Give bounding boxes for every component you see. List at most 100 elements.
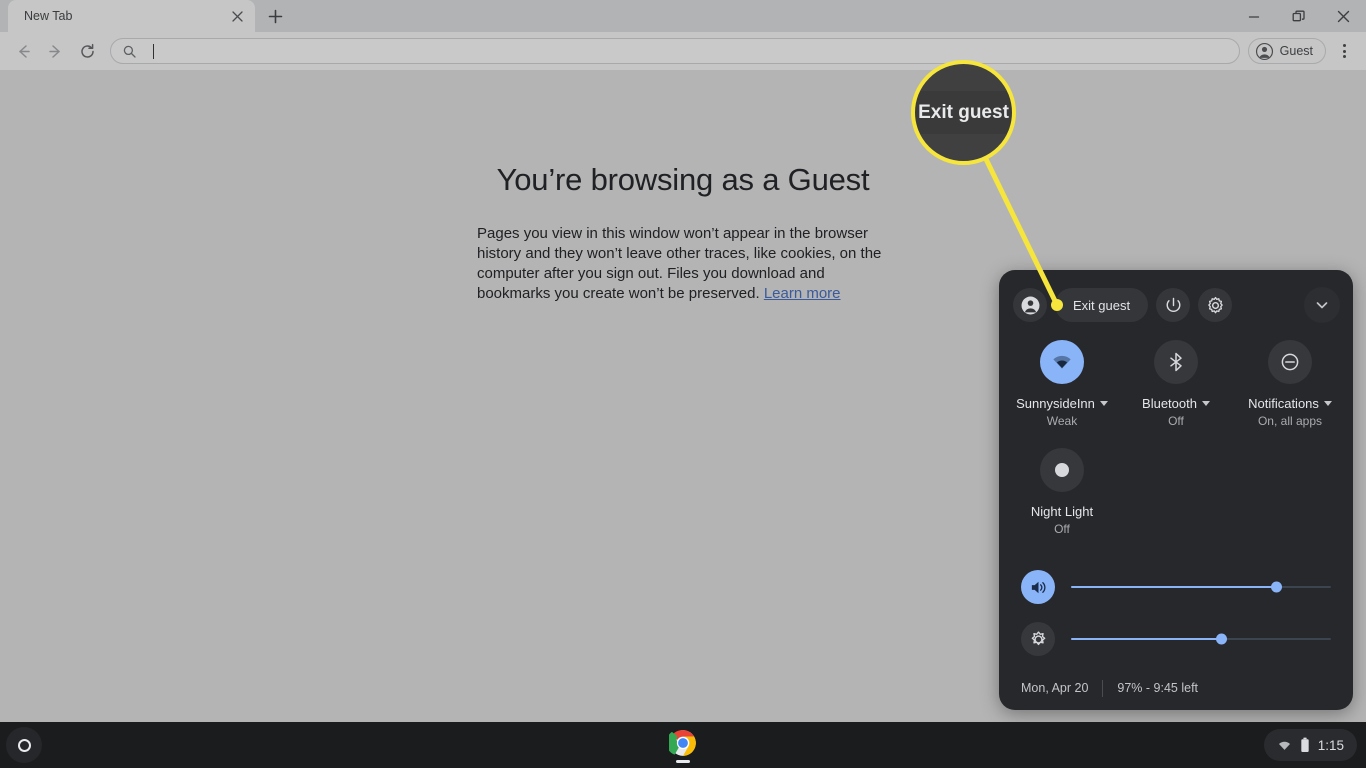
close-button[interactable] xyxy=(1321,0,1366,32)
quick-setting-bluetooth[interactable]: Bluetooth Off xyxy=(1119,340,1233,428)
launcher-button[interactable] xyxy=(6,727,42,763)
chrome-app-icon xyxy=(669,730,696,756)
profile-label: Guest xyxy=(1279,44,1313,58)
chevron-down-icon xyxy=(1316,302,1328,309)
arrow-forward-icon xyxy=(48,44,60,58)
restore-icon xyxy=(1292,10,1305,21)
notifications-do-not-disturb-icon xyxy=(1281,353,1299,371)
night-light-tile-label-row: Night Light xyxy=(1031,504,1093,519)
wifi-icon xyxy=(1053,355,1071,369)
bluetooth-tile-label-row[interactable]: Bluetooth xyxy=(1142,396,1210,411)
footer-divider xyxy=(1102,679,1104,697)
three-dot-menu-icon[interactable] xyxy=(1330,36,1358,66)
quick-setting-notifications[interactable]: Notifications On, all apps xyxy=(1233,340,1347,428)
quick-setting-night-light[interactable]: Night Light Off xyxy=(1005,448,1119,536)
chrome-app-button[interactable] xyxy=(668,729,698,765)
power-icon xyxy=(1166,297,1181,312)
clock-label: 1:15 xyxy=(1317,737,1344,753)
wifi-icon xyxy=(1278,741,1290,750)
exit-guest-button[interactable]: Exit guest xyxy=(1055,288,1149,322)
exit-guest-label: Exit guest xyxy=(1073,297,1131,313)
volume-slider-fill xyxy=(1071,586,1277,588)
launcher-circle-icon xyxy=(17,738,31,752)
browser-tab[interactable]: New Tab xyxy=(8,0,255,32)
night-light-tile-icon-button[interactable] xyxy=(1039,448,1084,492)
battery-icon xyxy=(1301,737,1309,753)
brightness-slider-row[interactable] xyxy=(999,622,1353,656)
power-button[interactable] xyxy=(1156,288,1191,322)
brightness-icon-glyph xyxy=(1031,630,1045,645)
app-running-indicator xyxy=(676,760,690,763)
chevron-down-icon[interactable] xyxy=(1099,401,1108,406)
magnifier-callout: Exit guest xyxy=(911,60,1016,165)
search-icon xyxy=(123,45,136,58)
tray-avatar-button[interactable] xyxy=(1013,288,1047,322)
collapse-panel-button[interactable] xyxy=(1304,287,1340,323)
settings-button[interactable] xyxy=(1198,288,1233,322)
notifications-tile-icon-button[interactable] xyxy=(1268,340,1312,384)
tray-footer: Mon, Apr 20 97% - 9:45 left xyxy=(999,666,1353,710)
bluetooth-tile-sublabel: Off xyxy=(1168,414,1184,428)
notifications-tile-sublabel: On, all apps xyxy=(1257,414,1323,428)
menu-dot xyxy=(1342,55,1346,58)
volume-up-icon[interactable] xyxy=(1021,570,1055,604)
tile-placeholder xyxy=(1119,448,1233,536)
shelf: 1:15 xyxy=(0,722,1366,768)
night-light-moon-icon xyxy=(1054,463,1069,477)
menu-dot xyxy=(1342,49,1346,53)
tab-strip: New Tab xyxy=(0,0,1366,32)
status-tray-button[interactable]: 1:15 xyxy=(1263,729,1357,761)
tile-placeholder xyxy=(1233,448,1347,536)
bluetooth-tile-icon-button[interactable] xyxy=(1154,340,1198,384)
forward-button[interactable] xyxy=(40,36,70,66)
night-light-tile-sublabel: Off xyxy=(1054,522,1070,536)
restore-button[interactable] xyxy=(1276,0,1321,32)
text-caret xyxy=(153,43,154,59)
tray-date[interactable]: Mon, Apr 20 xyxy=(1021,681,1088,695)
address-bar[interactable] xyxy=(110,38,1240,64)
menu-dot xyxy=(1342,44,1346,47)
notifications-tile-label-row[interactable]: Notifications xyxy=(1248,396,1332,411)
reload-icon xyxy=(80,43,94,58)
bluetooth-tile-label: Bluetooth xyxy=(1142,396,1197,411)
profile-button[interactable]: Guest xyxy=(1247,38,1326,64)
night-light-tile-label: Night Light xyxy=(1030,504,1094,519)
notifications-tile-label: Notifications xyxy=(1248,396,1319,411)
quick-setting-wifi[interactable]: SunnysideInn Weak xyxy=(1005,340,1119,428)
brightness-slider-thumb[interactable] xyxy=(1216,633,1228,645)
brightness-slider-track[interactable] xyxy=(1071,633,1331,645)
magnifier-band xyxy=(915,64,1012,91)
tray-header-row: Exit guest xyxy=(999,270,1353,323)
volume-slider-row[interactable] xyxy=(999,570,1353,604)
system-tray-panel: Exit guest SunnysideInn Weak Bluetooth O… xyxy=(999,270,1353,710)
gear-icon xyxy=(1207,296,1223,313)
tab-title: New Tab xyxy=(24,9,73,23)
chevron-down-icon[interactable] xyxy=(1201,401,1210,406)
brightness-icon[interactable] xyxy=(1021,622,1055,656)
close-icon[interactable] xyxy=(227,6,247,26)
wifi-tile-label-row[interactable]: SunnysideInn xyxy=(1016,396,1108,411)
back-button[interactable] xyxy=(8,36,38,66)
magnifier-band xyxy=(915,134,1012,161)
close-window-icon xyxy=(1337,10,1350,22)
magnifier-label: Exit guest xyxy=(918,101,1009,123)
account-circle-icon xyxy=(1021,296,1039,314)
wifi-tile-icon-button[interactable] xyxy=(1040,340,1084,384)
wifi-tile-label: SunnysideInn xyxy=(1016,396,1095,411)
wifi-tile-sublabel: Weak xyxy=(1046,414,1078,428)
quick-settings-row-1: SunnysideInn Weak Bluetooth Off Notifica… xyxy=(999,340,1353,428)
volume-slider-track[interactable] xyxy=(1071,581,1331,593)
volume-up-icon-glyph xyxy=(1031,581,1045,593)
minimize-button[interactable] xyxy=(1231,0,1276,32)
bluetooth-icon xyxy=(1170,352,1182,372)
chevron-down-icon[interactable] xyxy=(1323,401,1332,406)
tray-battery-status[interactable]: 97% - 9:45 left xyxy=(1117,681,1198,695)
minimize-icon xyxy=(1248,16,1259,18)
new-tab-button[interactable] xyxy=(261,2,289,30)
browser-toolbar: Guest xyxy=(0,32,1366,70)
page-title: You’re browsing as a Guest xyxy=(496,162,870,197)
learn-more-link[interactable]: Learn more xyxy=(764,285,841,302)
arrow-back-icon xyxy=(18,44,30,58)
volume-slider-thumb[interactable] xyxy=(1270,581,1282,593)
reload-button[interactable] xyxy=(72,36,102,66)
